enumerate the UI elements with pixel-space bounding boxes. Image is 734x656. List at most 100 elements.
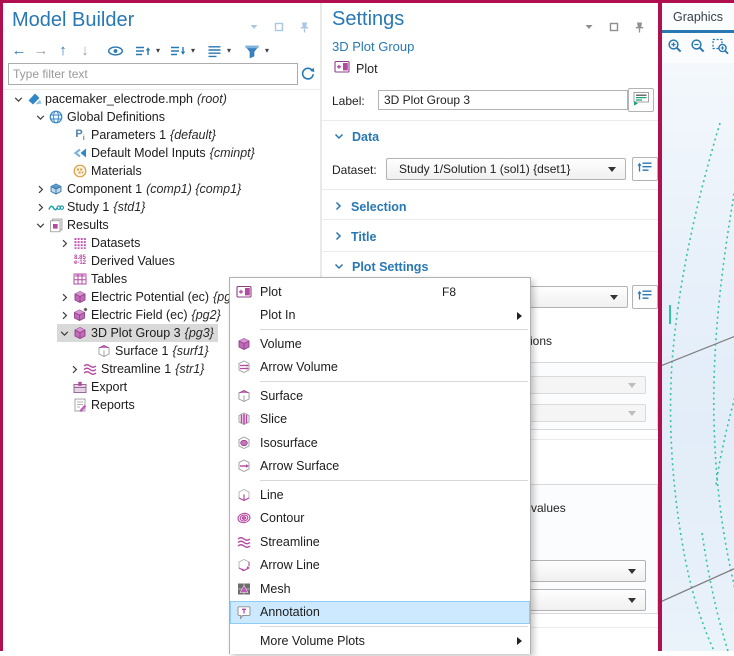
chevron-down-icon[interactable] (33, 113, 47, 122)
section-divider (322, 219, 658, 220)
checkbox-label-fragment: values (531, 501, 566, 515)
chevron-right-icon[interactable] (57, 239, 71, 248)
component-icon (47, 181, 65, 197)
menu-item-contour[interactable]: Contour (230, 507, 530, 531)
node-label-display-icon[interactable] (205, 42, 223, 60)
graphics-tab-underline (662, 30, 734, 33)
section-divider (322, 120, 658, 121)
tab-graphics[interactable]: Graphics (662, 3, 734, 30)
comsol-model-icon (25, 91, 43, 107)
results-icon (47, 217, 65, 233)
section-header-title[interactable]: Title (334, 229, 376, 245)
chevron-down-icon[interactable] (57, 329, 71, 338)
chevron-right-icon[interactable] (33, 203, 47, 212)
section-header-data[interactable]: Data (334, 129, 379, 145)
tree-item-parameters[interactable]: Pi Parameters 1 {default} (3, 126, 320, 144)
menu-item-arrow-line[interactable]: Arrow Line (230, 554, 530, 578)
submenu-arrow-icon (517, 312, 522, 320)
forward-arrow-icon[interactable]: → (32, 42, 50, 60)
rename-button[interactable] (628, 88, 654, 112)
plot-preview (662, 63, 734, 651)
tables-icon (71, 271, 89, 287)
chevron-right-icon[interactable] (57, 311, 71, 320)
chevron-down-icon (628, 598, 636, 603)
move-down-caret-icon[interactable]: ▾ (191, 42, 195, 60)
tree-item-derived-values[interactable]: 8.85e-12 Derived Values (3, 252, 320, 270)
up-arrow-icon[interactable]: ↑ (54, 42, 72, 60)
tree-item-study-1[interactable]: Study 1 {std1} (3, 198, 320, 216)
menu-item-line[interactable]: Line (230, 483, 530, 507)
chevron-down-icon (628, 569, 636, 574)
chevron-right-icon[interactable] (67, 365, 81, 374)
tree-item-global-definitions[interactable]: Global Definitions (3, 108, 320, 126)
zoom-out-icon[interactable] (689, 37, 707, 55)
float-icon[interactable] (605, 18, 623, 36)
tree-item-datasets[interactable]: Datasets (3, 234, 320, 252)
float-icon[interactable] (270, 18, 288, 36)
filter-caret-icon[interactable]: ▾ (265, 42, 269, 60)
menu-item-plot[interactable]: Plot F8 (230, 280, 530, 304)
section-header-plot-settings[interactable]: Plot Settings (334, 259, 428, 275)
pin-icon[interactable] (630, 18, 648, 36)
mesh-icon (234, 581, 254, 597)
tree-item-root[interactable]: pacemaker_electrode.mph (root) (3, 90, 320, 108)
menu-item-slice[interactable]: Slice (230, 408, 530, 432)
plot-icon (334, 60, 350, 79)
go-to-source-button[interactable] (632, 157, 658, 181)
tree-item-default-model-inputs[interactable]: Default Model Inputs {cminpt} (3, 144, 320, 162)
menu-item-volume[interactable]: Volume (230, 332, 530, 356)
plot-button[interactable]: Plot (330, 59, 382, 79)
window-border-left (0, 0, 3, 651)
graphics-canvas[interactable] (662, 63, 734, 651)
tree-item-materials[interactable]: Materials (3, 162, 320, 180)
move-up-caret-icon[interactable]: ▾ (156, 42, 160, 60)
go-to-source-icon (637, 160, 653, 179)
down-arrow-icon[interactable]: ↓ (76, 42, 94, 60)
menu-item-surface[interactable]: Surface (230, 384, 530, 408)
menu-item-annotation[interactable]: Annotation (230, 601, 530, 625)
settings-title: Settings (332, 8, 404, 31)
model-builder-toolbar: ← → ↑ ↓ ▾ ▾ ▾ ▾ (10, 41, 269, 61)
go-to-source-icon (637, 288, 653, 307)
model-builder-title: Model Builder (12, 9, 134, 32)
globe-icon (47, 109, 65, 125)
collapse-icon[interactable] (580, 18, 598, 36)
chevron-down-icon[interactable] (33, 221, 47, 230)
dataset-select[interactable]: Study 1/Solution 1 (sol1) {dset1} (386, 158, 626, 180)
model-inputs-icon (71, 145, 89, 161)
chevron-down-icon[interactable] (11, 95, 25, 104)
zoom-in-icon[interactable] (666, 37, 684, 55)
menu-separator (260, 480, 528, 481)
chevron-down-icon (608, 167, 616, 172)
chevron-right-icon[interactable] (57, 293, 71, 302)
menu-item-streamline[interactable]: Streamline (230, 530, 530, 554)
plot-group-3d-icon (71, 325, 89, 341)
filter-input[interactable] (8, 63, 298, 85)
filter-funnel-icon[interactable] (243, 42, 261, 60)
streamline-icon (234, 534, 254, 550)
arrow-surface-icon (234, 458, 254, 474)
menu-item-arrow-volume[interactable]: Arrow Volume (230, 356, 530, 380)
refresh-icon[interactable] (298, 64, 316, 82)
menu-item-arrow-surface[interactable]: Arrow Surface (230, 455, 530, 479)
surface-plot-icon (95, 343, 113, 359)
label-input[interactable] (378, 90, 628, 110)
collapse-icon[interactable] (245, 18, 263, 36)
move-down-list-icon[interactable] (169, 42, 187, 60)
go-to-source-button[interactable] (632, 285, 658, 309)
chevron-right-icon[interactable] (33, 185, 47, 194)
menu-item-plot-in[interactable]: Plot In (230, 304, 530, 328)
section-header-selection[interactable]: Selection (334, 199, 407, 215)
tree-item-results[interactable]: Results (3, 216, 320, 234)
node-label-caret-icon[interactable]: ▾ (227, 42, 231, 60)
menu-item-isosurface[interactable]: Isosurface (230, 431, 530, 455)
pin-icon[interactable] (295, 18, 313, 36)
move-up-list-icon[interactable] (134, 42, 152, 60)
menu-separator (260, 626, 528, 627)
menu-item-more-volume-plots[interactable]: More Volume Plots (230, 629, 530, 653)
zoom-box-icon[interactable] (712, 37, 730, 55)
back-arrow-icon[interactable]: ← (10, 42, 28, 60)
show-eye-icon[interactable] (106, 42, 124, 60)
menu-item-mesh[interactable]: Mesh (230, 577, 530, 601)
tree-item-component-1[interactable]: Component 1 (comp1) {comp1} (3, 180, 320, 198)
